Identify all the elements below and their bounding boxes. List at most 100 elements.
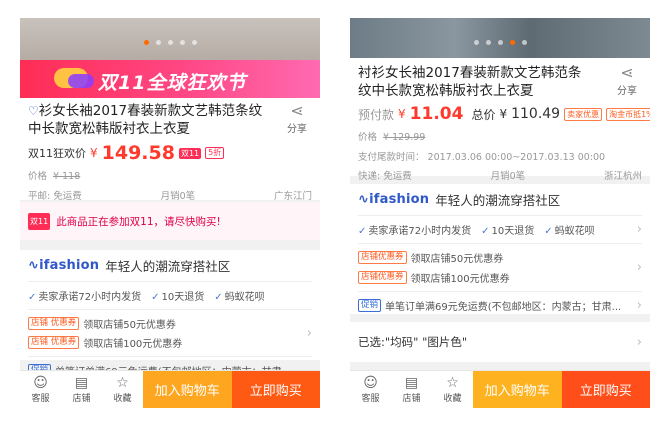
carousel-dot-active	[509, 40, 515, 45]
price-value: 149.58	[101, 142, 175, 164]
coupon-tag: 店铺 优惠券	[28, 336, 80, 349]
original-price: ¥ 118	[53, 171, 81, 182]
service-guarantees[interactable]: ✓ 卖家承诺72小时内发货 ✓ 10天退货 ✓ 蚂蚁花呗	[28, 288, 312, 303]
balance-payment-row: 支付尾款时间： 2017.03.06 00:00~2017.03.13 00:0…	[358, 152, 606, 163]
location: 浙江杭州	[603, 171, 642, 182]
banner-title: 双11全球狂欢节	[98, 72, 247, 94]
carousel-dot	[485, 40, 491, 45]
coupon-item: 店铺 优惠券 领取店铺50元优惠券	[28, 316, 182, 331]
star-icon: ☆	[116, 375, 129, 391]
share-icon: ⋖	[620, 63, 634, 82]
monthly-sales: 月销0笔	[160, 191, 196, 202]
carousel-dot	[155, 40, 161, 45]
ifashion-brand-row[interactable]: ∿ifashion 年轻人的潮流穿搭社区	[358, 190, 642, 209]
coupon-item: 店铺 优惠券 领取店铺100元优惠券	[28, 335, 182, 350]
service-item: ✓ 卖家承诺72小时内发货	[28, 292, 142, 303]
taobao-coin-tag: 淘金币抵1%	[606, 107, 650, 121]
check-icon: ✓	[151, 292, 160, 303]
notice-text: 此商品正在参加双11，请尽快购买!	[56, 215, 221, 228]
divider	[358, 291, 642, 292]
share-icon: ⋖	[290, 101, 304, 120]
brand-slogan: 年轻人的潮流穿搭社区	[105, 259, 231, 274]
balance-time: 2017.03.06 00:00~2017.03.13 00:00	[427, 152, 606, 163]
screenshot-stage: 双11全球狂欢节 ♡衫女长袖2017春装新款文艺韩范条纹中长款宽松韩版衬衣上衣夏…	[0, 0, 670, 428]
check-icon: ✓	[28, 292, 37, 303]
shop-icon: ▤	[404, 375, 419, 391]
ifashion-icon: ∿	[28, 258, 40, 273]
carousel-dot	[473, 40, 479, 45]
shop-icon: ▤	[74, 375, 89, 391]
product-info-card: ♡衫女长袖2017春装新款文艺韩范条纹中长款宽松韩版衬衣上衣夏 ⋖ 分享 双11…	[20, 98, 320, 202]
shop-button[interactable]: ▤ 店铺	[391, 371, 432, 408]
carousel-dots	[20, 40, 320, 45]
service-icon: ☺	[33, 375, 48, 391]
bottom-action-bar: ☺ 客服 ▤ 店铺 ☆ 收藏 加入购物车 立即购买	[20, 370, 320, 408]
chevron-right-icon: ›	[636, 334, 642, 350]
bottom-action-bar: ☺ 客服 ▤ 店铺 ☆ 收藏 加入购物车 立即购买	[350, 370, 650, 408]
shop-service-section: ∿ifashion 年轻人的潮流穿搭社区 ✓ 卖家承诺72小时内发货 ✓ 10天退货…	[350, 184, 650, 314]
tmall-icon: ♡	[28, 104, 39, 118]
promo-row[interactable]: 促销 单笔订单满69元免运费(不包邮地区：内蒙古；甘肃... ›	[358, 298, 642, 313]
shop-service-section: ∿ifashion 年轻人的潮流穿搭社区 ✓ 卖家承诺72小时内发货 ✓ 10天退货…	[20, 250, 320, 378]
coupon-item: 店铺优惠券 领取店铺100元优惠券	[358, 270, 510, 285]
total-value: 110.49	[511, 106, 561, 122]
product-title: ♡衫女长袖2017春装新款文艺韩范条纹中长款宽松韩版衬衣上衣夏	[28, 103, 263, 137]
presale-value: 11.04	[409, 104, 464, 124]
sku-selected-row[interactable]: 已选:"均码" "图片色" ›	[350, 322, 650, 362]
shop-button[interactable]: ▤ 店铺	[61, 371, 102, 408]
add-to-cart-button[interactable]: 加入购物车	[143, 371, 232, 408]
divider	[28, 309, 312, 310]
favorite-button[interactable]: ☆ 收藏	[432, 371, 473, 408]
banner-decoration	[68, 74, 94, 88]
coupon-row[interactable]: 店铺 优惠券 领取店铺50元优惠券 店铺 优惠券 领取店铺100元优惠券 ›	[28, 316, 312, 350]
shipping-row: 平邮: 免运费 月销0笔 广东江门	[28, 188, 312, 202]
star-icon: ☆	[446, 375, 459, 391]
service-item: ✓ 蚂蚁花呗	[544, 226, 595, 237]
carousel-dot	[521, 40, 527, 45]
add-to-cart-button[interactable]: 加入购物车	[473, 371, 562, 408]
ifashion-logo: ∿ifashion	[28, 258, 100, 273]
check-icon: ✓	[544, 226, 553, 237]
service-row[interactable]: ✓ 卖家承诺72小时内发货 ✓ 10天退货 ✓ 蚂蚁花呗 ›	[358, 222, 642, 237]
ifashion-logo: ∿ifashion	[358, 192, 430, 207]
right-product-page: 衬衫女长袖2017春装新款文艺韩范条纹中长款宽松韩版衬衣上衣夏 ⋖ 分享 预付款…	[350, 18, 650, 408]
divider	[28, 356, 312, 357]
coupon-row[interactable]: 店铺优惠券 领取店铺50元优惠券 店铺优惠券 领取店铺100元优惠券 ›	[358, 250, 642, 285]
ifashion-brand-row[interactable]: ∿ifashion 年轻人的潮流穿搭社区	[28, 256, 312, 275]
coupon-tag: 店铺优惠券	[358, 251, 407, 264]
selected-options: 已选:"均码" "图片色"	[358, 335, 468, 349]
buy-now-button[interactable]: 立即购买	[561, 371, 650, 408]
share-button[interactable]: ⋖ 分享	[612, 63, 642, 98]
presale-price-row: 预付款 ¥ 11.04 总价 ¥ 110.49 卖家优惠 淘金币抵1%	[358, 104, 650, 124]
coupon-tag: 店铺 优惠券	[28, 317, 80, 330]
carousel-dot	[167, 40, 173, 45]
left-product-page: 双11全球狂欢节 ♡衫女长袖2017春装新款文艺韩范条纹中长款宽松韩版衬衣上衣夏…	[20, 18, 320, 408]
coupon-item: 店铺优惠券 领取店铺50元优惠券	[358, 250, 510, 265]
product-title: 衬衫女长袖2017春装新款文艺韩范条纹中长款宽松韩版衬衣上衣夏	[358, 65, 582, 99]
service-item: ✓ 蚂蚁花呗	[214, 292, 265, 303]
ifashion-icon: ∿	[358, 192, 370, 207]
chevron-right-icon: ›	[636, 260, 642, 275]
share-button[interactable]: ⋖ 分享	[282, 101, 312, 136]
discount-badge: 5折	[205, 147, 225, 159]
check-icon: ✓	[481, 226, 490, 237]
location: 广东江门	[273, 191, 312, 202]
customer-service-button[interactable]: ☺ 客服	[350, 371, 391, 408]
chevron-right-icon: ›	[636, 298, 642, 313]
shipping-row: 快递: 免运费 月销0笔 浙江杭州	[358, 168, 642, 182]
double11-notice-icon: 双11	[28, 212, 51, 230]
buy-now-button[interactable]: 立即购买	[231, 371, 320, 408]
product-photo[interactable]	[350, 18, 650, 58]
original-price-row: 价格 ¥ 129.99	[358, 132, 426, 143]
favorite-button[interactable]: ☆ 收藏	[102, 371, 143, 408]
service-item: ✓ 卖家承诺72小时内发货	[358, 226, 472, 237]
double11-notice: 双11 此商品正在参加双11，请尽快购买!	[20, 202, 320, 240]
price-currency: ¥	[90, 146, 98, 160]
chevron-right-icon: ›	[636, 222, 642, 237]
divider	[28, 281, 312, 282]
service-guarantees: ✓ 卖家承诺72小时内发货 ✓ 10天退货 ✓ 蚂蚁花呗	[358, 222, 595, 237]
customer-service-button[interactable]: ☺ 客服	[20, 371, 61, 408]
shipping-info: 平邮: 免运费	[28, 191, 82, 202]
double11-banner: 双11全球狂欢节	[20, 60, 320, 98]
double11-badge: 双11	[178, 147, 202, 159]
